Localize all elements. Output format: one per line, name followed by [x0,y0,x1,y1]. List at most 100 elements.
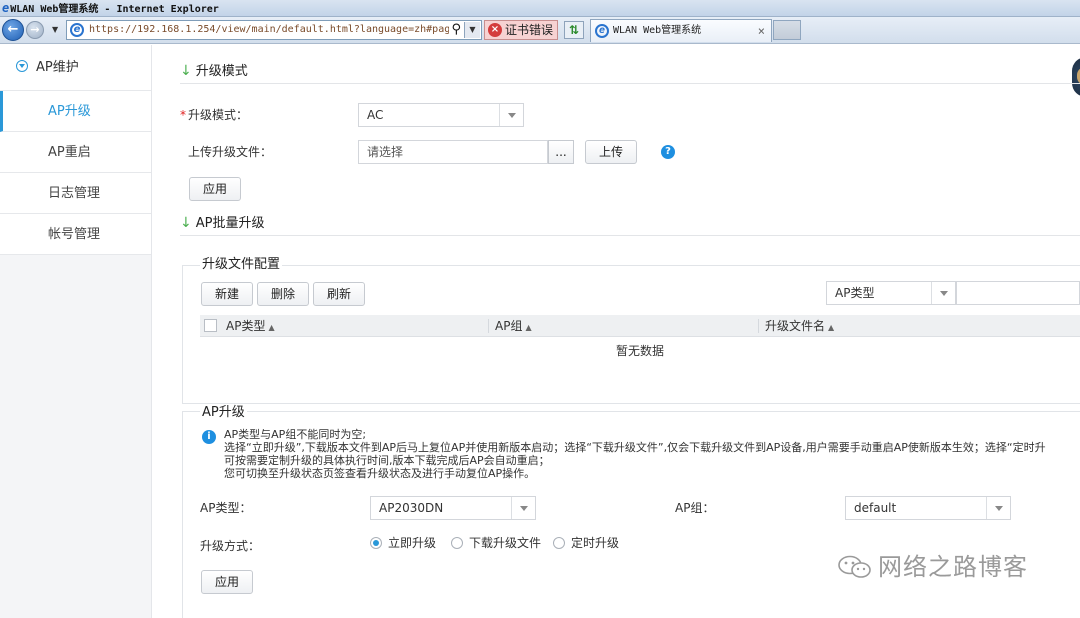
ap-type-value: AP2030DN [379,501,444,515]
divider [180,235,1080,236]
back-button[interactable]: ← [2,19,24,41]
watermark-text: 网络之路博客 [878,553,1028,581]
chevron-down-icon[interactable] [986,497,1010,519]
browser-nav-bar: ← → ▼ e https://192.168.1.254/view/main/… [0,17,1080,44]
filter-type-select[interactable]: AP类型 [826,281,956,305]
wechat-logo-icon [838,555,871,578]
radio-scheduled-upgrade[interactable]: 定时升级 [553,535,619,551]
filter-type-value: AP类型 [835,286,875,300]
column-header-file-name[interactable]: 升级文件名 ▲ [758,319,834,333]
sort-asc-icon: ▲ [828,323,835,332]
history-dropdown-icon[interactable]: ▼ [52,25,58,34]
radio-download-upgrade-file[interactable]: 下载升级文件 [451,535,541,551]
chevron-down-icon[interactable] [931,282,955,304]
section-arrow-icon: ↓ [180,63,192,79]
sidebar-item-account-management[interactable]: 帐号管理 [0,214,151,255]
section-title-text: 升级模式 [195,64,248,79]
radio-label: 下载升级文件 [469,536,542,550]
sidebar: AP维护 AP升级 AP重启 日志管理 帐号管理 [0,45,152,618]
upgrade-mode-label-text: 升级模式： [188,108,249,122]
address-url[interactable]: https://192.168.1.254/view/main/default.… [89,23,449,37]
sidebar-group-label: AP维护 [36,60,79,75]
upload-file-input[interactable]: 请选择 [358,140,548,164]
upgrade-method-label: 升级方式： [200,539,261,553]
browse-button[interactable]: ... [548,140,574,164]
ie-logo-icon: e [2,1,10,15]
avatar[interactable] [1072,57,1080,97]
info-text: AP类型与AP组不能同时为空; 选择“立即升级”,下载版本文件到AP后马上复位A… [224,428,1080,480]
column-header-ap-type[interactable]: AP类型 ▲ [220,315,275,339]
upgrade-mode-label: * 升级模式： [180,104,248,126]
ap-upgrade-panel-title: AP升级 [200,404,247,422]
watermark: 网络之路博客 [838,552,1028,582]
address-dropdown-icon[interactable]: ▼ [464,22,480,38]
delete-button[interactable]: 删除 [257,282,309,306]
sidebar-item-log-management[interactable]: 日志管理 [0,173,151,214]
new-tab-button[interactable] [773,20,801,40]
table-header: AP类型 ▲ AP组 ▲ 升级文件名 ▲ [200,315,1080,337]
ap-group-value: default [854,501,897,515]
collapse-icon [16,60,28,72]
sidebar-item-ap-upgrade[interactable]: AP升级 [0,91,151,132]
apply-ap-upgrade-button[interactable]: 应用 [201,570,253,594]
browser-tab[interactable]: e WLAN Web管理系统 × [590,19,772,42]
radio-label: 立即升级 [388,536,437,550]
main-content: ↓ 升级模式 * 升级模式： AC 上传升级文件： 请选择 ... 上传 ? 应用 … [152,45,1080,618]
ap-type-label: AP类型： [200,501,252,515]
radio-indicator [553,537,565,549]
info-line: 可按需要定制升级的具体执行时间,版本下载完成后AP会自动重启； [224,454,550,467]
radio-indicator [451,537,463,549]
sort-asc-icon: ▲ [268,323,275,332]
search-icon[interactable]: ⚲ [451,22,461,37]
forward-button[interactable]: → [26,21,44,39]
radio-label: 定时升级 [571,536,620,550]
ap-type-select[interactable]: AP2030DN [370,496,536,520]
section-title-text: AP批量升级 [195,216,265,231]
ap-group-label: AP组： [675,501,715,515]
ie-page-icon: e [70,23,84,37]
column-label: AP组 [495,319,523,333]
cert-error-label: 证书错误 [505,23,554,37]
help-icon[interactable]: ? [661,145,675,159]
column-label: 升级文件名 [765,319,826,333]
section-arrow-icon: ↓ [180,215,192,231]
column-label: AP类型 [226,319,266,333]
window-title-bar: eWLAN Web管理系统 - Internet Explorer [0,0,1080,17]
refresh-button[interactable]: 刷新 [313,282,365,306]
radio-indicator [370,537,382,549]
upgrade-mode-select[interactable]: AC [358,103,524,127]
tab-close-icon[interactable]: × [758,20,765,42]
certificate-error-button[interactable]: × 证书错误 [484,20,558,40]
new-button[interactable]: 新建 [201,282,253,306]
info-icon: i [202,430,216,444]
window-title: WLAN Web管理系统 - Internet Explorer [10,4,219,15]
column-header-ap-group[interactable]: AP组 ▲ [488,319,532,333]
info-line: 您可切换至升级状态页签查看升级状态及进行手动复位AP操作。 [224,467,536,480]
required-marker: * [180,108,186,122]
refresh-icon[interactable]: ⇅ [564,21,584,39]
page: AP维护 AP升级 AP重启 日志管理 帐号管理 ↓ 升级模式 * 升级模式： AC… [0,45,1080,618]
apply-upgrade-mode-button[interactable]: 应用 [189,177,241,201]
radio-immediate-upgrade[interactable]: 立即升级 [370,535,436,551]
section-batch-upgrade-title: ↓ AP批量升级 [180,213,264,233]
sort-asc-icon: ▲ [525,323,532,332]
sidebar-item-ap-restart[interactable]: AP重启 [0,132,151,173]
chevron-down-icon[interactable] [499,104,523,126]
sidebar-group-ap-maintenance[interactable]: AP维护 [0,45,151,91]
empty-table-message: 暂无数据 [615,344,664,358]
chevron-down-icon[interactable] [511,497,535,519]
file-config-panel-title: 升级文件配置 [200,256,283,274]
address-bar[interactable]: e https://192.168.1.254/view/main/defaul… [66,20,482,40]
ap-group-select[interactable]: default [845,496,1011,520]
section-upgrade-mode-title: ↓ 升级模式 [180,61,248,81]
info-line: 选择“立即升级”,下载版本文件到AP后马上复位AP并使用新版本启动；选择“下载升… [224,441,1046,454]
info-line: AP类型与AP组不能同时为空; [224,428,367,441]
divider [180,83,1080,84]
upload-button[interactable]: 上传 [585,140,637,164]
cert-error-icon: × [488,23,502,37]
filter-search-input[interactable] [956,281,1080,305]
select-all-checkbox[interactable] [204,319,217,332]
upgrade-mode-value: AC [367,108,384,122]
tab-ie-icon: e [595,24,609,38]
upload-file-label: 上传升级文件： [188,145,273,159]
